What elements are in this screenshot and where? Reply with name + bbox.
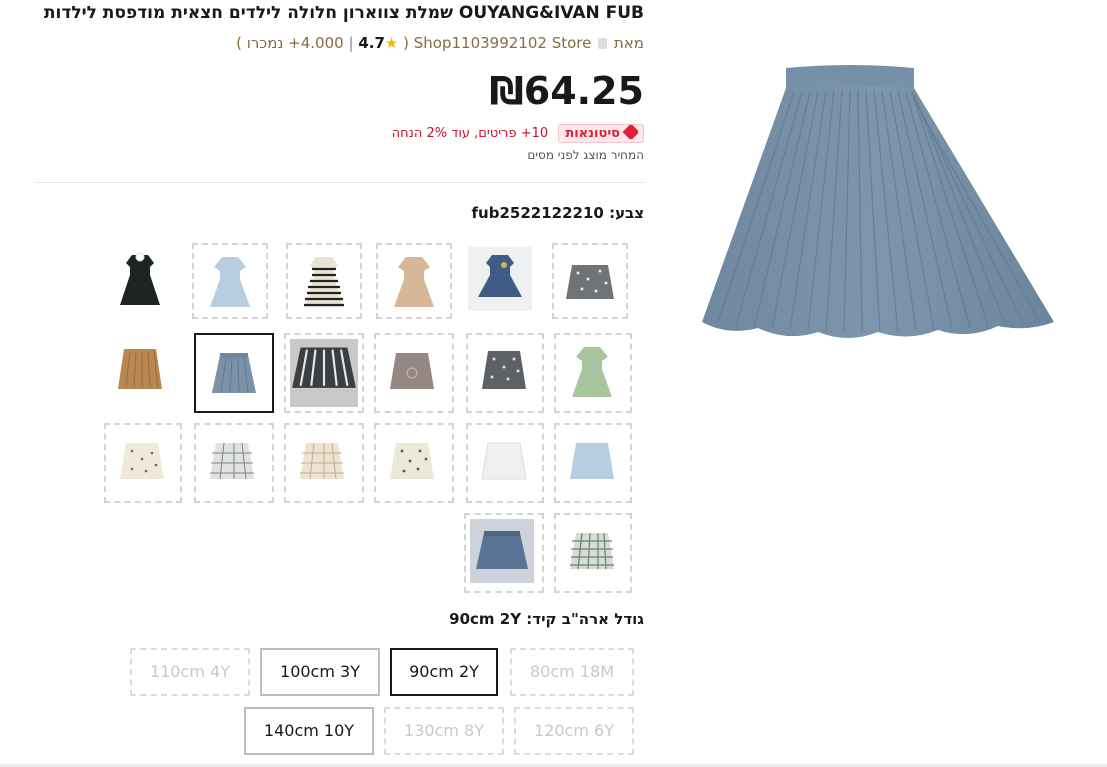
green-plaid-skirt-thumb: [570, 532, 614, 570]
size-option-120cm-6y[interactable]: 120cm 6Y: [514, 707, 634, 755]
color-swatch-brown-skirt[interactable]: [104, 333, 180, 409]
blue-dress-thumb: [210, 257, 250, 307]
mauve-skirt-thumb: [390, 353, 434, 389]
product-rating: 4.7: [358, 34, 385, 52]
color-swatch-striped-skirt[interactable]: [284, 333, 364, 413]
color-swatch-grid: [104, 243, 634, 595]
store-prefix: מאת: [613, 34, 644, 52]
sold-count: + נמכרו ): [236, 34, 301, 52]
denim-dress-thumb: [468, 247, 532, 311]
size-label: גודל ארה"ב קיד: 90cm 2Y: [449, 610, 644, 628]
color-swatch-blue-skirt-selected[interactable]: [194, 333, 274, 413]
store-open-paren: (: [403, 34, 409, 52]
green-dress-thumb: [572, 347, 612, 397]
color-swatch-gray-plaid-skirt[interactable]: [194, 423, 274, 503]
striped-dress-thumb: [304, 257, 344, 307]
size-option-110cm-4y[interactable]: 110cm 4Y: [130, 648, 250, 696]
main-product-image[interactable]: [698, 60, 1058, 350]
floral-skirt-dark-thumb: [482, 351, 526, 389]
color-swatch-beige-plaid-skirt[interactable]: [284, 423, 364, 503]
color-swatch-cream-floral-skirt[interactable]: [104, 423, 182, 503]
white-skirt-thumb: [481, 442, 527, 480]
tag-icon: [622, 123, 640, 141]
store-line: מאת Shop1103992102 Store ( ★ 4.000 | 4.7 +…: [20, 34, 644, 52]
cream-print-skirt-thumb: [390, 443, 434, 479]
color-swatch-floral-skirt-gray[interactable]: [552, 243, 628, 319]
beige-dress-thumb: [394, 257, 434, 307]
wholesale-badge: סיטונאות: [558, 123, 644, 143]
color-swatch-blue-dress[interactable]: [192, 243, 268, 319]
product-title: OUYANG&IVAN FUB שמלת צווארון חלולה לילדי…: [43, 3, 644, 23]
size-option-80cm-18m[interactable]: 80cm 18M: [510, 648, 634, 696]
color-swatch-white-skirt[interactable]: [466, 423, 544, 503]
wholesale-badge-label: סיטונאות: [565, 126, 620, 141]
wholesale-promo: סיטונאות 10+ פריטים, עוד 2% הנחה: [20, 123, 644, 143]
tax-note: המחיר מוצג לפני מסים: [527, 148, 644, 162]
blue-skirt-thumb: [212, 353, 256, 393]
star-icon: ★: [384, 34, 399, 52]
denim-skirt-thumb: [470, 519, 534, 583]
divider: [36, 182, 644, 183]
floral-skirt-gray-thumb: [566, 265, 614, 299]
separator: |: [348, 34, 354, 52]
product-price: ₪64.25: [489, 69, 644, 113]
color-label: צבע: fub2522122210: [471, 204, 644, 222]
gray-plaid-skirt-thumb: [210, 442, 254, 480]
color-swatch-striped-dress[interactable]: [286, 243, 362, 319]
black-dress-thumb: [120, 252, 160, 305]
color-swatch-green-plaid-skirt[interactable]: [554, 513, 632, 593]
color-swatch-denim-skirt[interactable]: [464, 513, 544, 593]
color-swatch-green-dress[interactable]: [554, 333, 632, 413]
color-swatch-beige-dress[interactable]: [376, 243, 452, 319]
color-swatch-mauve-skirt[interactable]: [374, 333, 454, 413]
store-score: 4.000: [300, 34, 344, 52]
wholesale-text: 10+ פריטים, עוד 2% הנחה: [391, 126, 549, 141]
light-blue-skirt-thumb: [570, 443, 614, 479]
cream-floral-skirt-thumb: [120, 443, 164, 479]
size-option-140cm-10y[interactable]: 140cm 10Y: [244, 707, 374, 755]
size-option-130cm-8y[interactable]: 130cm 8Y: [384, 707, 504, 755]
color-swatch-denim-dress[interactable]: [464, 243, 540, 319]
store-name-link[interactable]: Shop1103992102 Store: [414, 34, 592, 52]
store-badge-icon: [598, 38, 608, 49]
striped-skirt-thumb: [290, 339, 358, 407]
color-swatch-floral-skirt-dark[interactable]: [466, 333, 544, 413]
color-swatch-black-dress[interactable]: [104, 243, 180, 319]
color-swatch-light-blue-skirt[interactable]: [554, 423, 632, 503]
size-option-90cm-2y[interactable]: 90cm 2Y: [390, 648, 498, 696]
beige-plaid-skirt-thumb: [300, 442, 344, 480]
color-swatch-cream-print-skirt[interactable]: [374, 423, 454, 503]
size-option-100cm-3y[interactable]: 100cm 3Y: [260, 648, 380, 696]
brown-skirt-thumb: [118, 349, 162, 389]
